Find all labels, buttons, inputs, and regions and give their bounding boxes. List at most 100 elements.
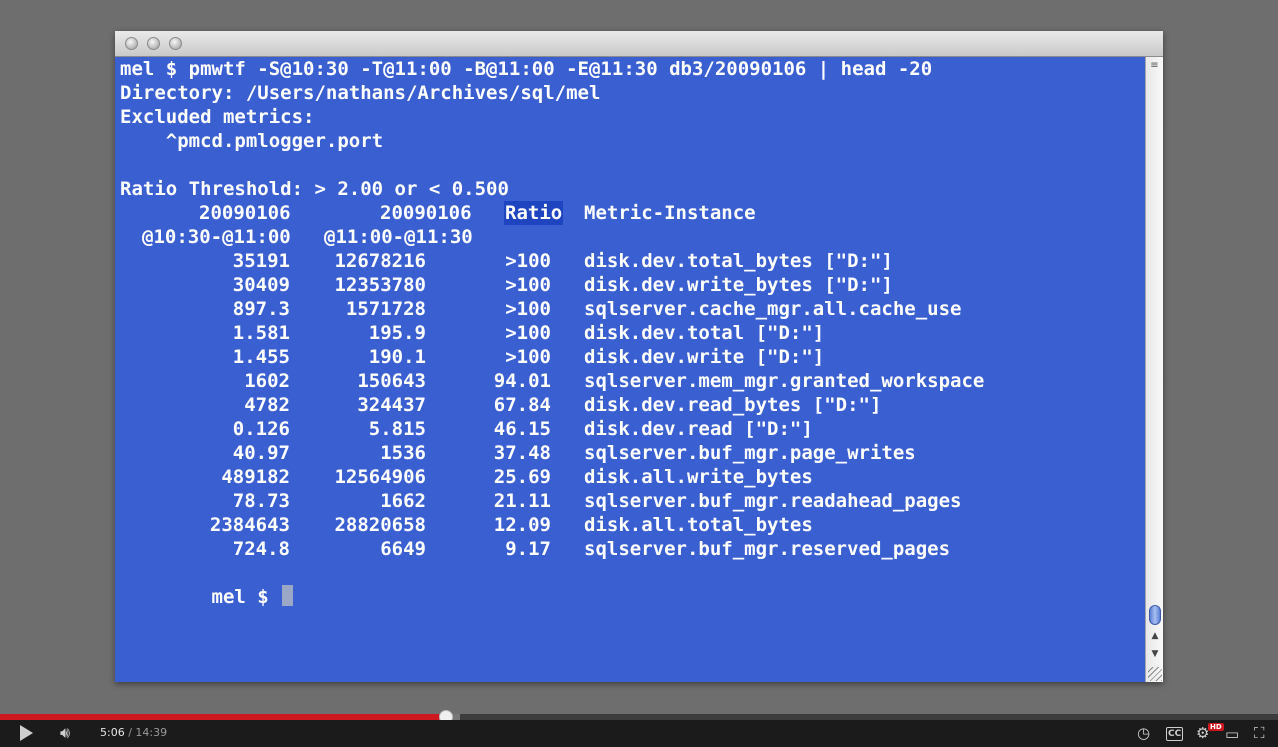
value-period-2: 5.815 bbox=[368, 418, 426, 440]
table-row: 40.97 1536 37.48 sqlserver.buf_mgr.page_wri… bbox=[115, 441, 1115, 465]
table-row: 2384643 28820658 12.09 disk.all.total_bytes bbox=[115, 513, 1115, 537]
metric-instance: disk.dev.read_bytes ["D:"] bbox=[584, 394, 882, 416]
metric-instance: disk.all.total_bytes bbox=[584, 514, 813, 536]
play-icon[interactable] bbox=[20, 725, 33, 741]
metric-instance: disk.dev.write ["D:"] bbox=[584, 346, 825, 368]
value-period-2: 324437 bbox=[357, 394, 426, 416]
value-period-2: 150643 bbox=[357, 370, 426, 392]
header-row: 20090106 20090106 Ratio Metric-Instance bbox=[115, 201, 1115, 225]
ratio-value: >100 bbox=[505, 298, 551, 320]
captions-button[interactable]: CC bbox=[1166, 727, 1184, 741]
value-period-2: 195.9 bbox=[368, 322, 426, 344]
value-period-1: 1602 bbox=[244, 370, 290, 392]
window-titlebar[interactable] bbox=[115, 31, 1163, 57]
command-line: mel $ pmwtf -S@10:30 -T@11:00 -B@11:00 -… bbox=[120, 58, 933, 80]
ratio-threshold-line: Ratio Threshold: > 2.00 or < 0.500 bbox=[120, 178, 509, 200]
value-period-2: 12353780 bbox=[334, 274, 426, 296]
table-row: 1.455 190.1 >100 disk.dev.write ["D:"] bbox=[115, 345, 1115, 369]
ratio-value: >100 bbox=[505, 274, 551, 296]
minimize-window-icon[interactable] bbox=[147, 37, 160, 50]
value-period-1: 35191 bbox=[232, 250, 290, 272]
split-pane-icon[interactable]: ≡ bbox=[1149, 61, 1160, 71]
value-period-2: 190.1 bbox=[368, 346, 426, 368]
vertical-scrollbar[interactable]: ≡ ▲ ▼ bbox=[1145, 57, 1163, 682]
value-period-2: 12678216 bbox=[334, 250, 426, 272]
ratio-value: 12.09 bbox=[493, 514, 551, 536]
table-row: 724.8 6649 9.17 sqlserver.buf_mgr.reserved_… bbox=[115, 537, 1115, 561]
value-period-2: 1571728 bbox=[345, 298, 426, 320]
fullscreen-icon[interactable]: ⛶ bbox=[1254, 723, 1265, 743]
ratio-value: 94.01 bbox=[493, 370, 551, 392]
value-period-1: 0.126 bbox=[232, 418, 290, 440]
col1-date: 20090106 bbox=[199, 202, 291, 224]
metric-instance: sqlserver.buf_mgr.page_writes bbox=[584, 442, 916, 464]
excluded-label: Excluded metrics: bbox=[120, 106, 315, 128]
ratio-value: 46.15 bbox=[493, 418, 551, 440]
header-range-row: @10:30-@11:00 @11:00-@11:30 bbox=[115, 225, 1115, 249]
scroll-up-icon[interactable]: ▲ bbox=[1149, 630, 1161, 642]
resize-handle-icon[interactable] bbox=[1148, 667, 1162, 681]
metric-instance: disk.all.write_bytes bbox=[584, 466, 813, 488]
value-period-2: 1662 bbox=[380, 490, 426, 512]
table-row: 4782 324437 67.84 disk.dev.read_bytes ["D:"… bbox=[115, 393, 1115, 417]
close-window-icon[interactable] bbox=[125, 37, 138, 50]
table-row: 0.126 5.815 46.15 disk.dev.read ["D:"] bbox=[115, 417, 1115, 441]
ratio-value: 9.17 bbox=[505, 538, 551, 560]
metric-instance: disk.dev.write_bytes ["D:"] bbox=[584, 274, 893, 296]
table-row: 489182 12564906 25.69 disk.all.write_bytes bbox=[115, 465, 1115, 489]
ratio-value: 67.84 bbox=[493, 394, 551, 416]
scrollbar-thumb[interactable] bbox=[1149, 605, 1161, 625]
value-period-1: 40.97 bbox=[232, 442, 290, 464]
metric-instance: disk.dev.total ["D:"] bbox=[584, 322, 825, 344]
col2-date: 20090106 bbox=[380, 202, 472, 224]
ratio-value: >100 bbox=[505, 346, 551, 368]
watch-later-icon[interactable]: ◷ bbox=[1137, 723, 1150, 743]
time-separator: / bbox=[124, 726, 136, 739]
table-row: 35191 12678216 >100 disk.dev.total_bytes ["… bbox=[115, 249, 1115, 273]
table-row: 897.3 1571728 >100 sqlserver.cache_mgr.all.… bbox=[115, 297, 1115, 321]
video-frame[interactable]: mel $ pmwtf -S@10:30 -T@11:00 -B@11:00 -… bbox=[0, 0, 1278, 714]
value-period-1: 724.8 bbox=[232, 538, 290, 560]
directory-line: Directory: /Users/nathans/Archives/sql/m… bbox=[120, 82, 601, 104]
metric-instance: disk.dev.total_bytes ["D:"] bbox=[584, 250, 893, 272]
volume-icon[interactable]: 🔊︎ bbox=[60, 723, 70, 743]
metric-instance: sqlserver.buf_mgr.reserved_pages bbox=[584, 538, 951, 560]
col1-range: @10:30-@11:00 bbox=[142, 226, 291, 248]
excluded-metric: ^pmcd.pmlogger.port bbox=[120, 130, 384, 152]
value-period-2: 1536 bbox=[380, 442, 426, 464]
terminal-output[interactable]: mel $ pmwtf -S@10:30 -T@11:00 -B@11:00 -… bbox=[115, 57, 1145, 682]
value-period-1: 30409 bbox=[232, 274, 290, 296]
value-period-1: 1.455 bbox=[232, 346, 290, 368]
time-display: 5:06 / 14:39 bbox=[100, 726, 167, 740]
ratio-value: 37.48 bbox=[493, 442, 551, 464]
ratio-value: >100 bbox=[505, 322, 551, 344]
shell-prompt[interactable]: mel $ bbox=[120, 561, 294, 608]
ratio-value: 25.69 bbox=[493, 466, 551, 488]
value-period-1: 2384643 bbox=[209, 514, 290, 536]
duration: 14:39 bbox=[135, 726, 168, 739]
table-row: 1.581 195.9 >100 disk.dev.total ["D:"] bbox=[115, 321, 1115, 345]
hd-badge: HD bbox=[1208, 723, 1224, 731]
value-period-1: 4782 bbox=[244, 394, 290, 416]
metric-instance: sqlserver.buf_mgr.readahead_pages bbox=[584, 490, 962, 512]
theater-mode-icon[interactable]: ▭ bbox=[1225, 724, 1239, 744]
value-period-2: 28820658 bbox=[334, 514, 426, 536]
terminal-window: mel $ pmwtf -S@10:30 -T@11:00 -B@11:00 -… bbox=[115, 31, 1163, 682]
metric-instance: sqlserver.mem_mgr.granted_workspace bbox=[584, 370, 985, 392]
value-period-1: 1.581 bbox=[232, 322, 290, 344]
table-row: 30409 12353780 >100 disk.dev.write_bytes ["… bbox=[115, 273, 1115, 297]
ratio-value: >100 bbox=[505, 250, 551, 272]
zoom-window-icon[interactable] bbox=[169, 37, 182, 50]
prompt-text: mel $ bbox=[211, 586, 281, 608]
table-row: 1602 150643 94.01 sqlserver.mem_mgr.granted… bbox=[115, 369, 1115, 393]
metric-instance: sqlserver.cache_mgr.all.cache_use bbox=[584, 298, 962, 320]
value-period-1: 489182 bbox=[221, 466, 290, 488]
table-row: 78.73 1662 21.11 sqlserver.buf_mgr.readahea… bbox=[115, 489, 1115, 513]
metric-instance: disk.dev.read ["D:"] bbox=[584, 418, 813, 440]
col2-range: @11:00-@11:30 bbox=[324, 226, 473, 248]
scroll-down-icon[interactable]: ▼ bbox=[1149, 648, 1161, 660]
ratio-value: 21.11 bbox=[493, 490, 551, 512]
metric-header: Metric-Instance bbox=[584, 202, 756, 224]
value-period-1: 897.3 bbox=[232, 298, 290, 320]
ratio-header: Ratio bbox=[504, 201, 564, 225]
